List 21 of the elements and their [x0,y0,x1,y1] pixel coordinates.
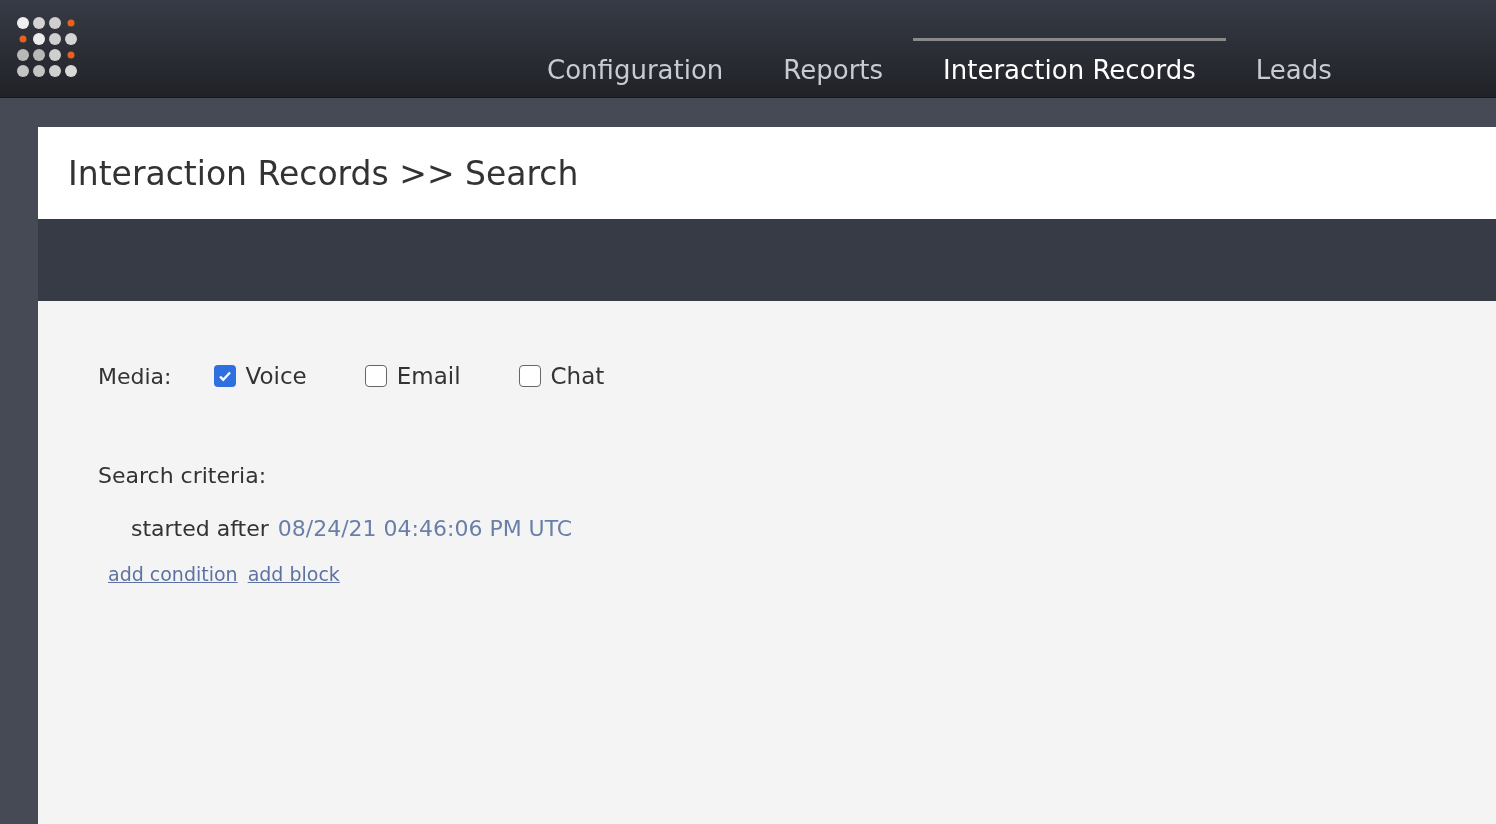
action-link[interactable]: add condition [108,563,238,585]
condition-value: 08/24/21 04:46:06 PM UTC [277,516,573,541]
nav-tab[interactable]: Leads [1225,38,1362,97]
media-checkbox[interactable]: Chat [518,363,605,389]
action-link[interactable]: add block [247,563,340,585]
checkbox-label: Chat [550,363,605,389]
nav-tab[interactable]: Interaction Records [913,38,1226,97]
logo-icon [17,17,79,79]
nav-tab[interactable]: Configuration [517,38,754,97]
media-checkbox[interactable]: Voice [213,363,307,389]
checkbox[interactable] [518,365,541,387]
media-label: Media: [98,363,172,389]
media-checkbox[interactable]: Email [364,363,461,389]
checkbox-label: Voice [245,363,307,389]
checkbox[interactable] [364,365,387,387]
condition-field: started after [131,516,269,541]
criteria-label: Search criteria: [98,463,268,488]
checkbox-label: Email [396,363,461,389]
checkbox[interactable] [213,365,236,387]
nav-tab[interactable]: Reports [753,38,914,97]
page-title: Interaction Records >> Search [68,153,579,193]
